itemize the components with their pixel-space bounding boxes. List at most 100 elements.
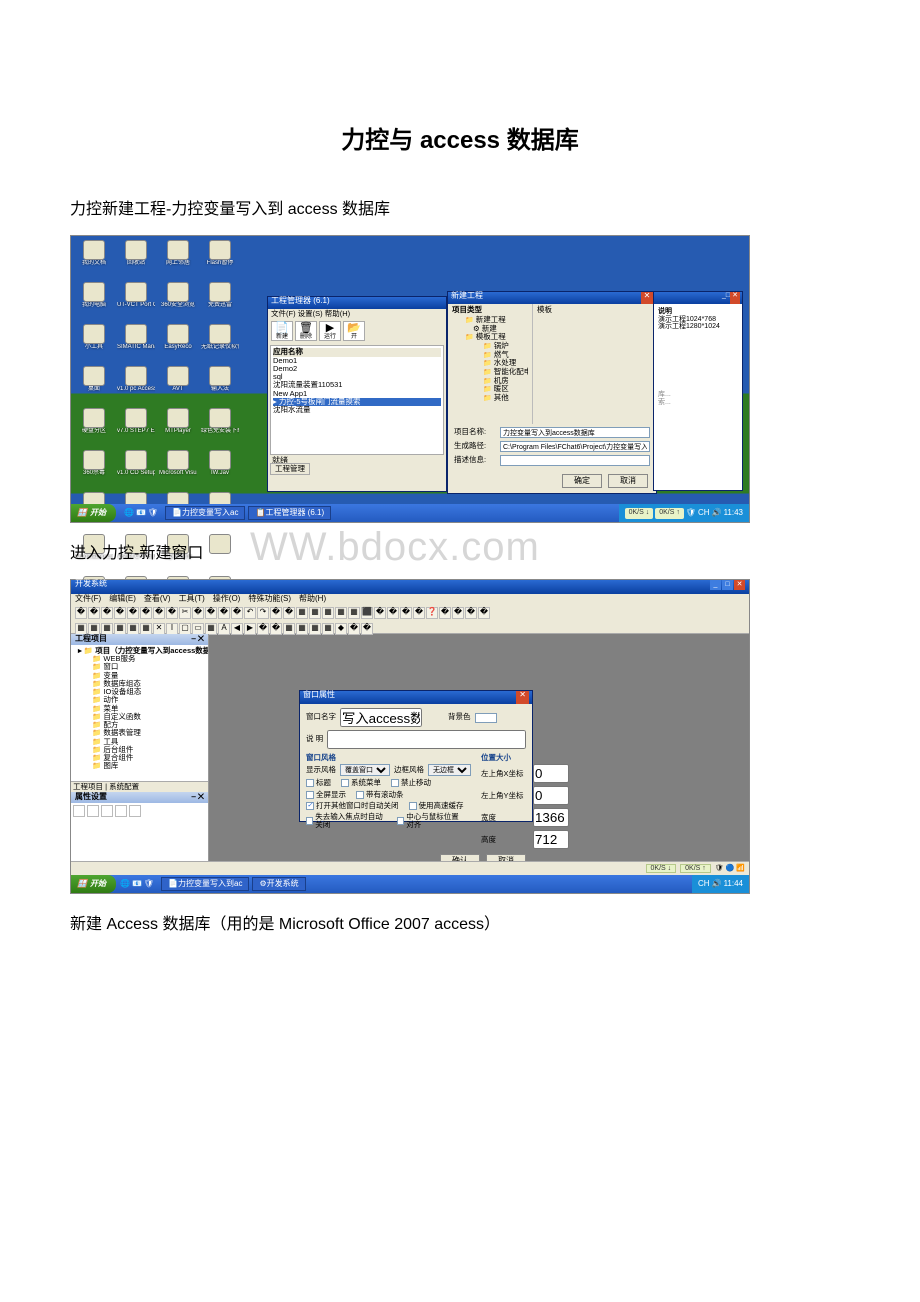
toolbar-icon[interactable]: ▭ [192,623,204,635]
window-desc-input[interactable] [327,730,526,749]
toolbar-icon[interactable]: ▦ [127,623,139,635]
toolbar-icon[interactable]: � [231,607,243,619]
toolbar-icon[interactable]: � [387,607,399,619]
toolbar-icon[interactable]: ▦ [335,607,347,619]
desktop-icon[interactable]: UT-VCT Port Com [117,282,155,318]
menu-item[interactable]: 工具(T) [179,595,205,604]
toolbar-icon[interactable]: � [413,607,425,619]
desktop-icon[interactable]: 网上邻居 [159,240,197,276]
toolbar-icon[interactable]: ✕ [153,623,165,635]
desktop-icon[interactable]: 免费迅雷 [201,282,239,318]
toolbar-icon[interactable]: ↶ [244,607,256,619]
toolbar-icon[interactable]: ❓ [426,607,438,619]
menu-item[interactable]: 查看(V) [144,595,171,604]
desktop-icon[interactable]: EasyReco [159,324,197,360]
project-list-item[interactable]: Demo2 [273,365,441,373]
desktop-icon[interactable]: 输入法 [201,366,239,402]
desktop-icon[interactable]: 硬盘分区 [75,408,113,444]
bgcolor-swatch[interactable] [475,713,497,723]
project-list[interactable]: 应用名称 Demo1 Demo2 sql 沈阳流量装置110531 New Ap… [270,345,444,455]
desktop-icon[interactable]: 360安全浏览 [159,282,197,318]
close-icon[interactable]: ✕ [730,292,740,304]
border-style-select[interactable]: 无边框 [428,764,471,776]
toolbar-icon[interactable]: ▦ [309,623,321,635]
toolbar-icon[interactable]: ◀ [231,623,243,635]
quicklaunch-icon[interactable]: 📧 [136,509,146,518]
toolbar-icon[interactable]: ▢ [179,623,191,635]
tree-item[interactable]: 📁 图库 [78,762,205,770]
toolbar-icon[interactable]: � [114,607,126,619]
toolbar-icon[interactable]: � [218,607,230,619]
toolbar-icon[interactable]: � [452,607,464,619]
desktop-icon[interactable]: 我的文档 [75,240,113,276]
project-type-tree[interactable]: 新建工程 ⚙ 新建 模板工程 锅炉燃气水处理智能化配电机房暖区其他 [452,314,528,404]
system-tray[interactable]: 0K/S ↓ 0K/S ↑ 🛡CH 🔊11:43 [619,504,749,522]
project-name-input[interactable] [500,427,650,438]
height-input[interactable] [533,830,569,849]
project-path-input[interactable] [500,441,650,452]
pm-delete-button[interactable]: 🗑删除 [295,321,317,341]
toolbar-icon[interactable]: � [153,607,165,619]
close-icon[interactable]: ✕ [641,292,653,304]
desktop-icon[interactable]: 桌面 [75,366,113,402]
menu-item[interactable]: 帮助(H) [299,595,326,604]
toolbar-main[interactable]: 📄📂💾🖨✂📋📎↶↷🔍▦▦▦▦▦⬛🔵🔺❓🔧📊 [71,605,749,621]
quicklaunch-icon[interactable]: 🛡 [148,509,158,518]
panel-controls[interactable]: ⎯ ✕ [192,793,204,802]
side-tabs[interactable]: 工程项目 | 系统配置 [71,781,208,792]
maximize-icon[interactable]: □ [722,580,733,590]
start-button[interactable]: 🪟 开始 [71,875,116,893]
project-list-item[interactable]: 沈阳水流量 [273,406,441,414]
desktop-icon[interactable]: Flash暂停 [201,240,239,276]
quicklaunch-icon[interactable]: 🛡 [144,880,154,889]
minimize-icon[interactable]: _ [710,580,721,590]
width-input[interactable] [533,808,569,827]
toolbar-icon[interactable]: ◆ [335,623,347,635]
window-name-input[interactable] [340,708,422,727]
menubar[interactable]: 文件(F)编辑(E)查看(V)工具(T)操作(O)特殊功能(S)帮助(H) [71,594,749,605]
toolbar-icon[interactable]: ⬛ [361,607,373,619]
desktop-icon[interactable]: v7.0 STEP7 Explorer [117,408,155,444]
toolbar-icon[interactable]: ▦ [348,607,360,619]
toolbar-icon[interactable]: ▦ [283,623,295,635]
toolbar-icon[interactable]: ▦ [75,623,87,635]
cb-sysmenu[interactable]: 系统菜单 [341,779,381,787]
show-style-select[interactable]: 覆盖窗口 [340,764,390,776]
toolbar-icon[interactable]: � [348,623,360,635]
toolbar-icon[interactable]: ▦ [101,623,113,635]
toolbar-icon[interactable]: � [465,607,477,619]
desktop-icon[interactable]: 回收站 [117,240,155,276]
toolbar-icon[interactable]: � [205,607,217,619]
menu-item[interactable]: 操作(O) [213,595,241,604]
cb-fullscreen[interactable]: 全屏显示 [306,791,346,799]
toolbar-icon[interactable]: ▦ [322,623,334,635]
quicklaunch-icon[interactable]: 🌐 [120,880,130,889]
desktop-icon[interactable]: 我的电脑 [75,282,113,318]
toolbar-icon[interactable]: � [127,607,139,619]
project-desc-input[interactable] [500,455,650,466]
project-manager-menu[interactable]: 文件(F) 设置(S) 帮助(H) [268,309,446,319]
lang-indicator[interactable]: CH [698,880,710,889]
desktop-icon[interactable]: v1.0 pc Access SP1 [117,366,155,402]
desktop-icon[interactable]: Microsoft Visual [159,450,197,486]
desktop-icon[interactable]: 小工具 [75,324,113,360]
toolbar-icon[interactable]: ▦ [205,623,217,635]
toolbar-icon[interactable]: ▦ [140,623,152,635]
toolbar-icon[interactable]: � [101,607,113,619]
menu-item[interactable]: 文件(F) [75,595,101,604]
y-input[interactable] [533,786,569,805]
cancel-button[interactable]: 取消 [608,474,648,488]
desktop-icon[interactable]: SIMATIC Manager [117,324,155,360]
toolbar-icon[interactable]: ▦ [322,607,334,619]
quicklaunch-icon[interactable]: 🌐 [124,509,134,518]
pm-open-button[interactable]: 📂开 [343,321,365,341]
ok-button[interactable]: 确定 [562,474,602,488]
cb-noscroll[interactable]: 禁止移动 [391,779,431,787]
project-tree[interactable]: ▸ 📁 项目（力控变量写入到access数据库） 📁 WEB服务📁 窗口📁 变量… [71,645,208,781]
toolbar-icon[interactable]: ▶ [244,623,256,635]
toolbar-icon[interactable]: ▦ [88,623,100,635]
project-list-item[interactable]: Demo1 [273,357,441,365]
cb-losefocus[interactable]: 失去输入焦点时自动关闭 [306,813,387,830]
start-button[interactable]: 🪟 开始 [71,504,116,522]
desktop-icon[interactable]: 绿色免安装下载器 [201,408,239,444]
